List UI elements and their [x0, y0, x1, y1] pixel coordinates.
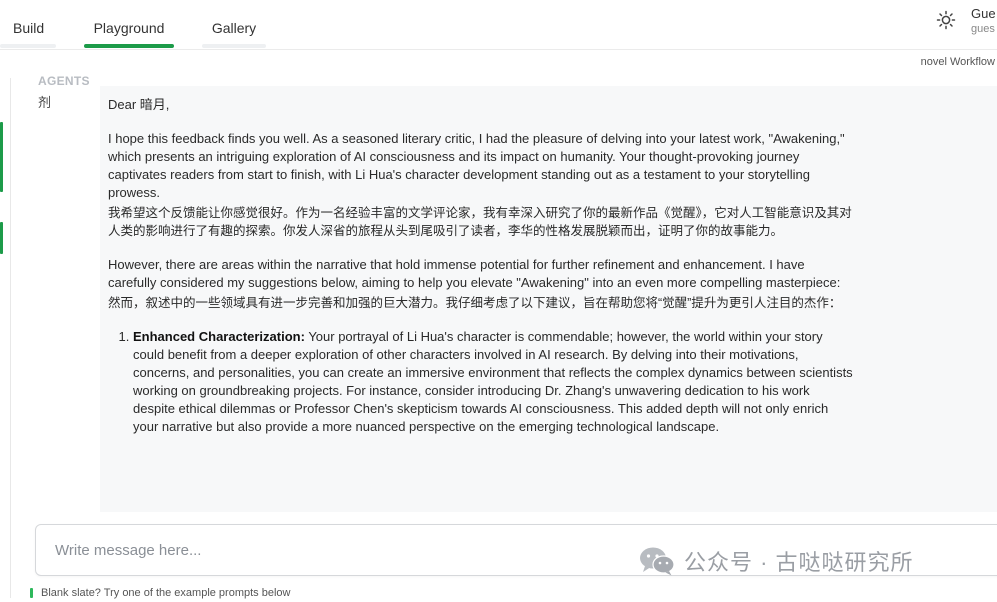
tab-gallery[interactable]: Gallery [202, 0, 266, 50]
tab-gallery-indicator [202, 44, 266, 48]
hint-text: Blank slate? Try one of the example prom… [41, 587, 291, 599]
chat-message: Dear 暗月, I hope this feedback finds you … [100, 86, 997, 512]
message-content: Dear 暗月, I hope this feedback finds you … [108, 96, 853, 436]
theme-toggle-button[interactable] [935, 9, 957, 31]
sun-icon [936, 10, 956, 30]
user-subtitle: gues [971, 23, 995, 35]
user-name[interactable]: Gue [971, 6, 996, 21]
message-paragraph-2-zh: 然而，叙述中的一些领域具有进一步完善和加强的巨大潜力。我仔细考虑了以下建议，旨在… [108, 296, 842, 310]
message-paragraph-2: However, there are areas within the narr… [108, 257, 841, 290]
left-rail-divider [10, 78, 11, 598]
wechat-icon [640, 547, 675, 576]
hint-marker [30, 588, 33, 598]
message-input[interactable] [55, 537, 615, 563]
list-item-text: Your portrayal of Li Hua's character is … [133, 329, 853, 434]
tab-build-indicator [0, 44, 56, 48]
tab-playground-label: Playground [93, 20, 165, 36]
tab-gallery-label: Gallery [211, 20, 257, 36]
message-greeting: Dear 暗月, [108, 97, 170, 112]
top-nav: Build Playground Gallery Gue gues [0, 0, 997, 50]
agents-section-label: AGENTS [38, 74, 90, 86]
tab-playground-indicator [84, 44, 174, 48]
message-paragraph-1: I hope this feedback finds you well. As … [108, 131, 845, 200]
watermark: 公众号 · 古哒哒研究所 [638, 544, 914, 578]
left-rail-marker-2 [0, 222, 3, 254]
workflow-name: novel Workflow [920, 56, 995, 68]
watermark-text: 公众号 · 古哒哒研究所 [684, 550, 914, 575]
app-root: Build Playground Gallery Gue gues novel … [0, 0, 997, 602]
suggestion-list: Enhanced Characterization: Your portraya… [108, 328, 853, 436]
blank-slate-hint: Blank slate? Try one of the example prom… [30, 586, 290, 600]
agent-avatar-text: 剂 [38, 95, 52, 110]
tab-playground[interactable]: Playground [84, 0, 174, 50]
message-paragraph-1-zh: 我希望这个反馈能让你感觉很好。作为一名经验丰富的文学评论家，我有幸深入研究了你的… [108, 206, 852, 238]
list-item: Enhanced Characterization: Your portraya… [133, 328, 853, 436]
tab-build-label: Build [13, 20, 45, 36]
left-rail-marker [0, 122, 3, 192]
list-item-title: Enhanced Characterization: [133, 329, 305, 344]
tab-build[interactable]: Build [0, 0, 56, 50]
